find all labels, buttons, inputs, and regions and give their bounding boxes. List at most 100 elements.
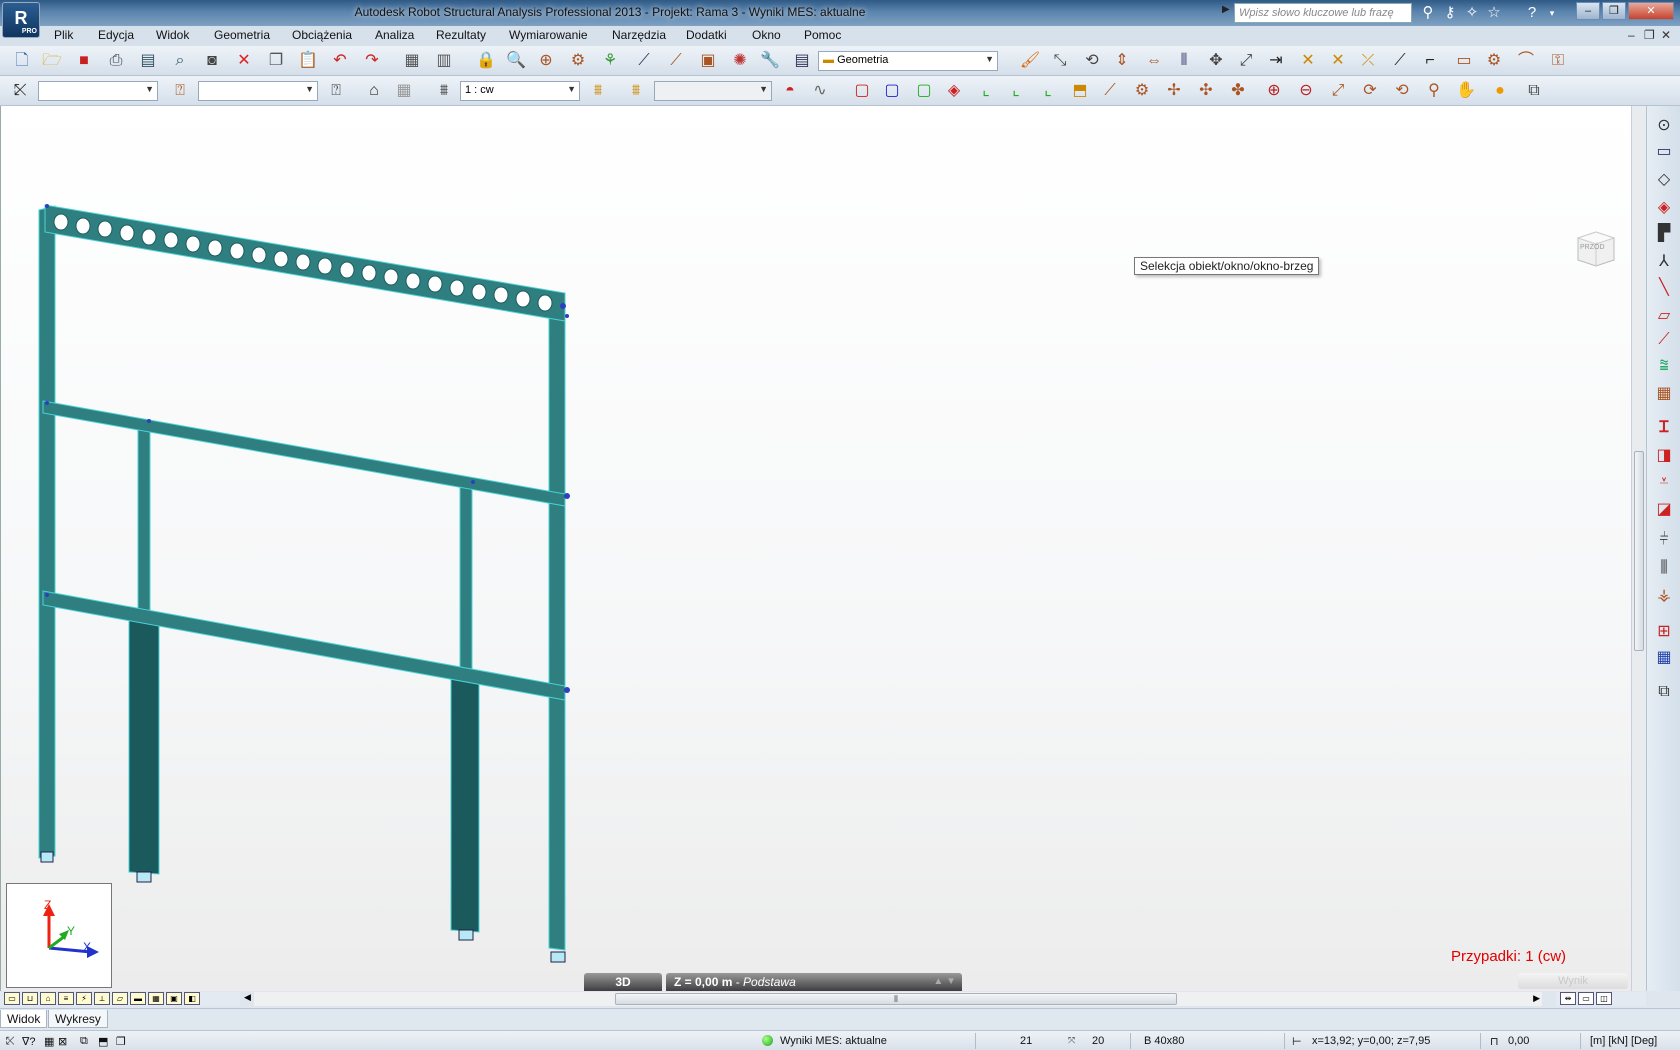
rotate-view-icon[interactable]: ⟳ bbox=[1358, 79, 1382, 103]
tools-icon[interactable]: ✧ bbox=[1462, 3, 1482, 23]
zoom-all-icon[interactable]: ⊕ bbox=[534, 49, 558, 73]
mesh-icon[interactable]: ✺ bbox=[728, 49, 752, 73]
view-option-icon[interactable]: ▬ bbox=[130, 992, 146, 1005]
view-3d-icon[interactable]: ◈ bbox=[942, 79, 966, 103]
view-option-icon[interactable]: ▭ bbox=[4, 992, 20, 1005]
axis-y-icon[interactable]: ⌞ bbox=[1004, 79, 1028, 103]
bar-line-icon[interactable]: ╲ bbox=[1652, 276, 1676, 300]
mode-icon[interactable]: ⩩ bbox=[624, 79, 648, 103]
node-selection-icon[interactable]: ⤪ bbox=[8, 79, 32, 103]
measure-icon[interactable]: ⟋ bbox=[632, 49, 656, 73]
zoom-window-icon[interactable]: 🔍 bbox=[504, 49, 528, 73]
frame-model[interactable] bbox=[1, 106, 1632, 991]
bar-selection-icon[interactable]: ⍰ bbox=[168, 79, 192, 103]
render-sphere-icon[interactable]: ● bbox=[1488, 79, 1512, 103]
zoom-in-icon[interactable]: ⊕ bbox=[1262, 79, 1286, 103]
zoom-out-icon[interactable]: ⊖ bbox=[1294, 79, 1318, 103]
scroll-left-icon[interactable]: ◀ bbox=[244, 992, 251, 1003]
display-icon[interactable]: ⧉ bbox=[80, 1035, 88, 1048]
section-definition-icon[interactable]: ⚘ bbox=[598, 49, 622, 73]
view-option-icon[interactable]: ⊔ bbox=[22, 992, 38, 1005]
cladding-icon[interactable]: ◪ bbox=[1652, 498, 1676, 522]
mdi-minimize-button[interactable]: ‒ bbox=[1628, 28, 1635, 42]
pipe-icon[interactable]: ⌒ bbox=[1514, 49, 1538, 73]
layer-stack-icon[interactable]: ⧉ bbox=[1652, 680, 1676, 704]
structure-viewport[interactable]: PRZÓD Selekcja obiekt/okno/okno-brzeg Pr… bbox=[0, 106, 1631, 991]
structure-view-icon[interactable]: ⚙ bbox=[566, 49, 590, 73]
load-definition-icon[interactable]: ⩩ bbox=[586, 79, 610, 103]
redo-icon[interactable]: ↷ bbox=[360, 49, 384, 73]
keyword-search-input[interactable]: Wpisz słowo kluczowe lub frazę bbox=[1234, 3, 1412, 23]
search-expand-icon[interactable]: ▶ bbox=[1222, 4, 1230, 15]
geometric-imperfections-icon[interactable]: ▦ bbox=[1652, 382, 1676, 406]
mode-icon[interactable]: ◫ bbox=[1596, 992, 1612, 1005]
mode-icon[interactable]: ▭ bbox=[1578, 992, 1594, 1005]
undo-icon[interactable]: ↶ bbox=[328, 49, 352, 73]
menu-rezultaty[interactable]: Rezultaty bbox=[436, 28, 486, 42]
key-icon[interactable]: ⚷ bbox=[1440, 3, 1460, 23]
orbit-icon[interactable]: ⟲ bbox=[1390, 79, 1414, 103]
menu-widok[interactable]: Widok bbox=[156, 28, 189, 42]
selection-mode-icon[interactable]: ⤪ bbox=[6, 1035, 15, 1048]
supports[interactable] bbox=[40, 851, 566, 963]
calculation-options-icon[interactable]: ▥ bbox=[432, 49, 456, 73]
view-cube[interactable]: PRZÓD bbox=[1574, 228, 1616, 268]
grid-supports-icon[interactable]: ⫼ bbox=[1652, 556, 1676, 580]
layout-icon[interactable]: ▤ bbox=[790, 49, 814, 73]
intersect-icon[interactable]: ✕ bbox=[1296, 49, 1320, 73]
menu-obciazenia[interactable]: Obciążenia bbox=[292, 28, 352, 42]
maximize-button[interactable]: ❐ bbox=[1602, 2, 1626, 20]
save-icon[interactable]: ■ bbox=[72, 49, 96, 73]
move-icon[interactable]: ⇕ bbox=[1110, 49, 1134, 73]
loads-icon[interactable]: ⚶ bbox=[1652, 584, 1676, 608]
view-tab-level[interactable]: Z = 0,00 m - Podstawa ▲ ▼ bbox=[666, 973, 962, 991]
offset-icon[interactable]: ⟋ bbox=[1388, 49, 1412, 73]
resize-icon[interactable]: ⤢ bbox=[1234, 49, 1258, 73]
tab-wykresy[interactable]: Wykresy bbox=[48, 1010, 108, 1028]
view-option-icon[interactable]: ⌂ bbox=[40, 992, 56, 1005]
node-selection-combo[interactable]: ▼ bbox=[38, 81, 158, 101]
rotate-icon[interactable]: ⟲ bbox=[1080, 49, 1104, 73]
calculator-icon[interactable]: ▦ bbox=[400, 49, 424, 73]
mirror-vertical-icon[interactable]: ⇔ bbox=[1142, 49, 1166, 73]
material-icon[interactable]: ◈ bbox=[1652, 196, 1676, 220]
structure-model-icon[interactable]: ⌂ bbox=[362, 79, 386, 103]
panel-section-icon[interactable]: ▛ bbox=[1652, 222, 1676, 246]
view-tab-3d[interactable]: 3D bbox=[584, 973, 662, 991]
node-icon[interactable]: ⅄ bbox=[1652, 250, 1676, 274]
node-numbering-icon[interactable]: ⊙ bbox=[1652, 114, 1676, 138]
paste-icon[interactable]: 📋 bbox=[296, 49, 320, 73]
polygon-icon[interactable]: ◇ bbox=[1652, 168, 1676, 192]
favorites-star-icon[interactable]: ☆ bbox=[1484, 3, 1504, 23]
horizontal-scrollbar-thumb[interactable]: ⦀ bbox=[615, 993, 1177, 1005]
units-label[interactable]: [m] [kN] [Deg] bbox=[1590, 1035, 1657, 1047]
vertical-scrollbar[interactable] bbox=[1631, 106, 1646, 991]
load-case-combo[interactable]: 1 : cw ▼ bbox=[460, 81, 580, 101]
view-xy-icon[interactable]: ▢ bbox=[912, 79, 936, 103]
mode-icon[interactable]: ⇹ bbox=[1560, 992, 1576, 1005]
axis-z-icon[interactable]: ⌞ bbox=[1036, 79, 1060, 103]
dynamic-view-icon[interactable]: ⟋ bbox=[1098, 79, 1122, 103]
view-option-icon[interactable]: ▣ bbox=[166, 992, 182, 1005]
results-map-icon[interactable]: ◓ bbox=[778, 79, 802, 103]
connection-icon[interactable]: ⚿ bbox=[1546, 49, 1570, 73]
elastic-ground-icon[interactable]: ⩰ bbox=[1652, 354, 1676, 378]
plate-icon[interactable]: ▱ bbox=[1652, 304, 1676, 328]
deformation-icon[interactable]: ∿ bbox=[808, 79, 832, 103]
bar-view-icon[interactable]: ✢ bbox=[1162, 79, 1186, 103]
pan-hand-icon[interactable]: ✋ bbox=[1454, 79, 1478, 103]
zoom-extents-icon[interactable]: ⤢ bbox=[1326, 79, 1350, 103]
layout-combo[interactable]: ▬ Geometria ▼ bbox=[818, 51, 998, 71]
lock-icon[interactable]: 🔒 bbox=[474, 49, 498, 73]
new-file-icon[interactable]: 🗋 bbox=[10, 49, 34, 73]
table-icon[interactable]: ▦ bbox=[1652, 646, 1676, 670]
scroll-right-icon[interactable]: ▶ bbox=[1533, 993, 1540, 1004]
truss-icon[interactable]: ⚙ bbox=[1130, 79, 1154, 103]
horizontal-scrollbar[interactable]: ⦀ ▶ bbox=[254, 992, 1542, 1006]
frame-icon[interactable]: ⊞ bbox=[1652, 620, 1676, 644]
menu-edycja[interactable]: Edycja bbox=[98, 28, 134, 42]
node-view-icon[interactable]: ✣ bbox=[1194, 79, 1218, 103]
tab-widok[interactable]: Widok bbox=[0, 1010, 48, 1028]
help-icon[interactable]: ? bbox=[1522, 3, 1542, 23]
view-option-icon[interactable]: ⟂ bbox=[94, 992, 110, 1005]
